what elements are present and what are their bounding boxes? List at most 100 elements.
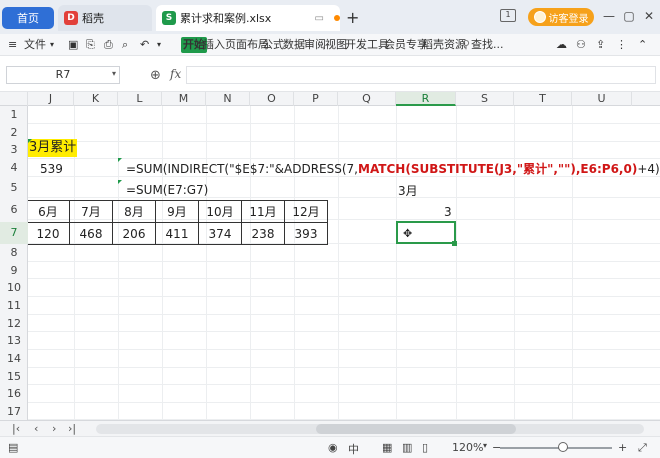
guest-login-button[interactable]: 访客登录 (528, 8, 594, 26)
column-header-selected[interactable]: R (396, 92, 456, 106)
next-sheet-icon[interactable]: › (52, 421, 56, 437)
zoom-slider[interactable] (500, 447, 612, 449)
prev-sheet-icon[interactable]: ‹ (34, 421, 38, 437)
formula-input[interactable] (186, 66, 656, 84)
row-header[interactable]: 15 (0, 370, 28, 383)
row-header[interactable]: 4 (0, 161, 28, 174)
horizontal-scrollbar[interactable] (96, 424, 644, 434)
value-cell[interactable]: 120 (28, 222, 70, 245)
cloud-icon[interactable]: ☁ (556, 37, 567, 53)
row-header[interactable]: 17 (0, 405, 28, 418)
last-sheet-icon[interactable]: ›| (68, 421, 76, 437)
month-header-cell[interactable]: 6月 (28, 200, 70, 223)
month-header-cell[interactable]: 7月 (69, 200, 113, 223)
cell-grid[interactable]: 3月累计 539 =SUM(INDIRECT("$E$7:"&ADDRESS(7… (28, 106, 660, 436)
row-header[interactable]: 3 (0, 143, 28, 156)
zoom-slider-knob[interactable] (558, 442, 568, 452)
column-header[interactable]: Q (338, 92, 396, 106)
ribbon-tab-review[interactable]: 审阅 (304, 37, 326, 53)
column-header[interactable]: N (206, 92, 250, 106)
ribbon-tab-resources[interactable]: 稻壳资源 (422, 37, 466, 53)
fullscreen-icon[interactable]: ⤢ (638, 441, 647, 455)
column-header[interactable]: U (572, 92, 632, 106)
window-layout-icon[interactable]: 1 (500, 9, 516, 22)
row-header[interactable]: 2 (0, 126, 28, 139)
column-header[interactable]: L (118, 92, 162, 106)
insert-function-icon[interactable]: fx (170, 67, 181, 81)
column-header[interactable]: M (162, 92, 206, 106)
value-cell[interactable]: 374 (198, 222, 242, 245)
cumulative-value-cell[interactable]: 539 (40, 159, 63, 180)
file-dropdown-icon[interactable]: ▾ (50, 37, 54, 53)
month-header-cell[interactable]: 8月 (112, 200, 156, 223)
undo-icon[interactable]: ↶ (140, 37, 149, 53)
row-header[interactable]: 10 (0, 281, 28, 294)
page-layout-view-icon[interactable]: ▥ (402, 441, 412, 454)
save-icon[interactable]: ▣ (68, 37, 78, 53)
ribbon-tab-insert[interactable]: 插入 (203, 37, 225, 53)
first-sheet-icon[interactable]: |‹ (12, 421, 20, 437)
month-number-cell[interactable]: 3 (444, 202, 452, 223)
fill-handle[interactable] (452, 241, 457, 246)
print-icon[interactable]: ⎙ (104, 37, 113, 53)
ribbon-tab-formulas[interactable]: 公式 (262, 37, 284, 53)
undo-dropdown-icon[interactable]: ▾ (157, 37, 161, 53)
name-box[interactable]: R7 (6, 66, 120, 84)
column-header[interactable]: J (28, 92, 74, 106)
column-header[interactable]: S (456, 92, 514, 106)
scrollbar-thumb[interactable] (316, 424, 516, 434)
column-header[interactable]: T (514, 92, 572, 106)
share-icon[interactable]: ⇪ (596, 37, 605, 53)
value-cell[interactable]: 238 (241, 222, 285, 245)
value-cell[interactable]: 411 (155, 222, 199, 245)
month-header-cell[interactable]: 12月 (284, 200, 328, 223)
ribbon-tab-developer[interactable]: 开发工具 (345, 37, 389, 53)
new-tab-button[interactable]: + (346, 8, 359, 27)
zoom-dropdown-icon[interactable]: ▾ (483, 441, 487, 450)
value-cell[interactable]: 393 (284, 222, 328, 245)
row-header[interactable]: 5 (0, 181, 28, 194)
row-header-selected[interactable]: 7 (0, 222, 28, 244)
row-header[interactable]: 14 (0, 352, 28, 365)
sum-formula-text-cell[interactable]: =SUM(E7:G7) (126, 180, 208, 201)
tab-workbook[interactable]: S 累计求和案例.xlsx ▭ (156, 5, 340, 31)
row-header[interactable]: 8 (0, 246, 28, 259)
zoom-level[interactable]: 120% (452, 441, 483, 454)
ribbon-tab-data[interactable]: 数据 (283, 37, 305, 53)
row-header[interactable]: 1 (0, 108, 28, 121)
month-header-cell[interactable]: 10月 (198, 200, 242, 223)
eye-protection-icon[interactable]: ◉ (328, 441, 338, 454)
month-label-cell[interactable]: 3月 (398, 181, 418, 202)
month-header-cell[interactable]: 11月 (241, 200, 285, 223)
more-icon[interactable]: ⋮ (616, 37, 627, 53)
menu-icon[interactable]: ≡ (8, 37, 17, 53)
row-header[interactable]: 16 (0, 387, 28, 400)
column-header[interactable]: O (250, 92, 294, 106)
select-all-corner[interactable] (0, 92, 28, 106)
row-header[interactable]: 13 (0, 334, 28, 347)
page-break-view-icon[interactable]: ▯ (422, 441, 428, 454)
screen-icon[interactable]: ▭ (315, 13, 324, 24)
tab-home[interactable]: 首页 (2, 7, 54, 29)
column-header[interactable]: P (294, 92, 338, 106)
tab-daoke[interactable]: D 稻壳 (58, 5, 152, 31)
collapse-ribbon-icon[interactable]: ⌃ (638, 37, 647, 53)
row-header[interactable]: 6 (0, 203, 28, 216)
preview-icon[interactable]: ⌕ (122, 37, 128, 53)
collaborate-icon[interactable]: ⚇ (576, 37, 586, 53)
row-header[interactable]: 12 (0, 317, 28, 330)
search-input[interactable]: 查找... (471, 37, 531, 53)
value-cell[interactable]: 206 (112, 222, 156, 245)
month-header-cell[interactable]: 9月 (155, 200, 199, 223)
ribbon-tab-view[interactable]: 视图 (325, 37, 347, 53)
value-cell[interactable]: 468 (69, 222, 113, 245)
minimize-button[interactable]: — (600, 7, 618, 25)
maximize-button[interactable]: ▢ (620, 7, 638, 25)
export-icon[interactable]: ⎘ (86, 37, 95, 53)
formula-text-cell[interactable]: =SUM(INDIRECT("$E$7:"&ADDRESS(7,MATCH(SU… (126, 159, 660, 180)
normal-view-icon[interactable]: ▦ (382, 441, 392, 454)
zoom-in-button[interactable]: + (618, 441, 627, 454)
close-button[interactable]: ✕ (640, 7, 658, 25)
row-header[interactable]: 9 (0, 264, 28, 277)
cumulative-label-cell[interactable]: 3月累计 (28, 139, 78, 157)
